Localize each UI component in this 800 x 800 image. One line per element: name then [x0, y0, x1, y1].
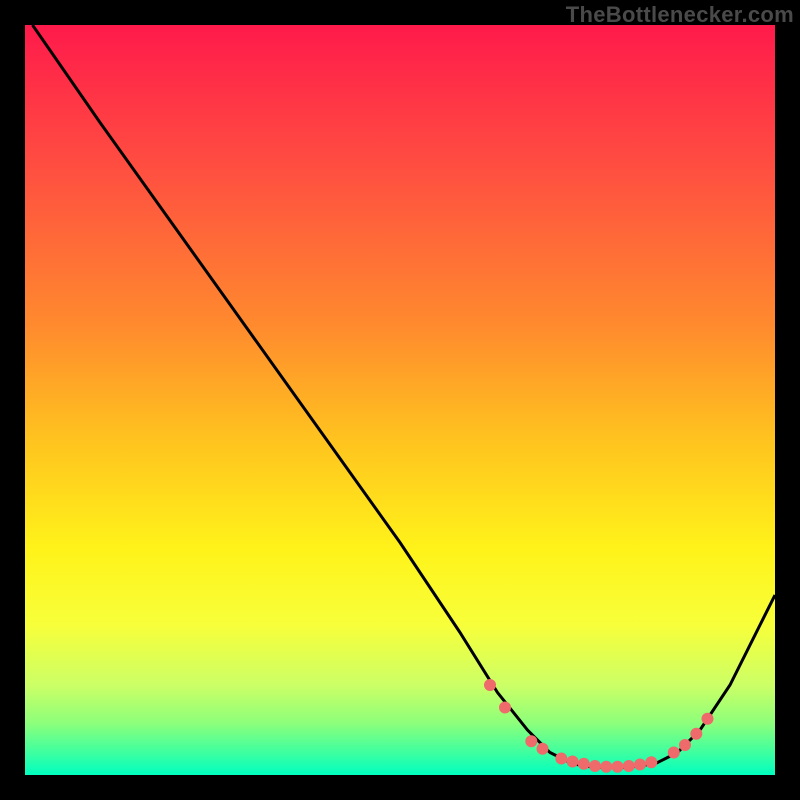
marker-dot — [525, 735, 537, 747]
marker-dot — [484, 679, 496, 691]
chart-svg — [25, 25, 775, 775]
marker-dot — [623, 760, 635, 772]
marker-dot — [499, 702, 511, 714]
marker-dot — [537, 743, 549, 755]
chart-plot-area — [25, 25, 775, 775]
chart-frame: TheBottlenecker.com — [0, 0, 800, 800]
gradient-background — [25, 25, 775, 775]
marker-dot — [578, 758, 590, 770]
marker-dot — [702, 713, 714, 725]
marker-dot — [567, 756, 579, 768]
marker-dot — [600, 761, 612, 773]
marker-dot — [634, 759, 646, 771]
marker-dot — [679, 739, 691, 751]
marker-dot — [612, 761, 624, 773]
marker-dot — [555, 753, 567, 765]
marker-dot — [645, 756, 657, 768]
marker-dot — [690, 728, 702, 740]
marker-dot — [668, 747, 680, 759]
marker-dot — [589, 760, 601, 772]
